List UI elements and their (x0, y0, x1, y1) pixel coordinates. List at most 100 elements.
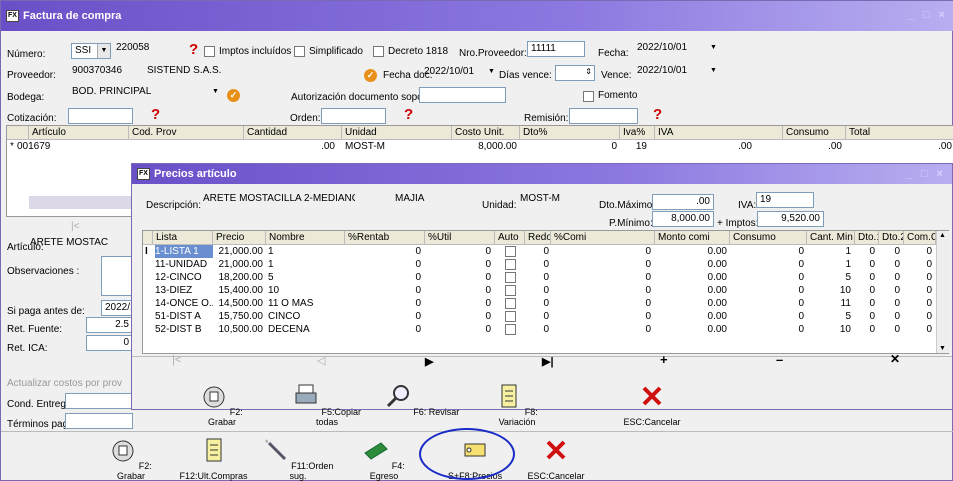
chevron-down-icon[interactable]: ▼ (212, 88, 219, 95)
variacion-button[interactable]: F8: Variación (477, 383, 557, 427)
cell-rentab[interactable]: 0 (345, 245, 421, 258)
cell-dto2[interactable]: 0 (879, 310, 900, 323)
cell-dto1[interactable]: 0 (855, 323, 875, 336)
col-costo[interactable]: Costo Unit. (452, 126, 520, 140)
cell-monto[interactable]: 0.00 (655, 245, 727, 258)
cell-precio[interactable]: 10,500.00 (213, 323, 264, 336)
cell-comi[interactable]: 0 (551, 284, 651, 297)
cell-consumo[interactable]: 0 (730, 297, 804, 310)
help-icon[interactable]: ? (404, 106, 413, 123)
proveedor-nit-field[interactable]: 900370346 (69, 64, 142, 80)
cell-lista[interactable]: 12-CINCO (155, 271, 213, 284)
cell-comi[interactable]: 0 (551, 323, 651, 336)
col-consumo[interactable]: Consumo (730, 231, 807, 245)
cell-dto2[interactable]: 0 (879, 284, 900, 297)
cell-comi[interactable]: 0 (551, 271, 651, 284)
col-dto1[interactable]: Dto.1 (855, 231, 879, 245)
chevron-down-icon[interactable]: ▼ (710, 44, 717, 51)
cell-costo[interactable]: 8,000.00 (437, 140, 517, 154)
egreso-button[interactable]: F4: Egreso (349, 437, 419, 481)
cell-rentab[interactable]: 0 (345, 323, 421, 336)
nav-prev-icon[interactable]: ◁ (317, 354, 325, 367)
col-rentab[interactable]: %Rentab (345, 231, 425, 245)
cell-com[interactable]: 0 (904, 271, 932, 284)
cell-lista[interactable]: 14-ONCE O... (155, 297, 213, 310)
cell-cant[interactable]: 1 (807, 245, 851, 258)
cell-monto[interactable]: 0.00 (655, 323, 727, 336)
cell-cant[interactable]: 10 (807, 323, 851, 336)
cell-rentab[interactable]: 0 (345, 284, 421, 297)
nav-last-icon[interactable]: ▶| (542, 355, 554, 368)
cell-rentab[interactable]: 0 (345, 310, 421, 323)
cell-nombre[interactable]: 1 (268, 258, 343, 271)
cell-lista[interactable]: 11-UNIDAD (155, 258, 213, 271)
cell-unidad[interactable]: MOST-M (345, 140, 385, 154)
col-monto[interactable]: Monto comi (655, 231, 730, 245)
cell-comi[interactable]: 0 (551, 310, 651, 323)
dialog-controls[interactable]: _ □ × (906, 168, 946, 180)
cell-cant[interactable]: 11 (807, 297, 851, 310)
cell-consumo[interactable]: .00 (807, 140, 842, 154)
cell-dto2[interactable]: 0 (879, 323, 900, 336)
cell-com[interactable]: 0 (904, 258, 932, 271)
auto-checkbox[interactable] (505, 272, 516, 283)
chevron-down-icon[interactable]: ▼ (710, 67, 717, 74)
precios-grid[interactable]: Lista Precio Nombre %Rentab %Util Auto R… (142, 230, 949, 354)
window-controls[interactable]: _ □ × (908, 9, 948, 21)
vence-field[interactable]: 2022/10/01 ▼ (634, 64, 719, 80)
numero-prefix-select[interactable]: SSI ▼ (71, 43, 111, 59)
col-util[interactable]: %Util (425, 231, 495, 245)
cell-nombre[interactable]: 10 (268, 284, 343, 297)
nro-proveedor-field[interactable]: 11111 (527, 41, 585, 57)
cell-consumo[interactable]: 0 (730, 284, 804, 297)
ret-fuente-field[interactable]: 2.5 (86, 317, 133, 333)
auto-checkbox[interactable] (505, 311, 516, 322)
dias-vence-field[interactable]: ⇕ (555, 65, 595, 81)
remove-icon[interactable]: – (776, 352, 783, 367)
col-com[interactable]: Com.C (904, 231, 936, 245)
col-total[interactable]: Total (846, 126, 953, 140)
cell-precio[interactable]: 14,500.00 (213, 297, 264, 310)
col-iva-pct[interactable]: Iva% (620, 126, 655, 140)
cell-nombre[interactable]: DECENA (268, 323, 343, 336)
nav-next-icon[interactable]: ▶ (425, 355, 433, 368)
cell-comi[interactable]: 0 (551, 297, 651, 310)
cell-rentab[interactable]: 0 (345, 271, 421, 284)
cell-redo[interactable]: 0 (525, 271, 549, 284)
cell-redo[interactable]: 0 (525, 310, 549, 323)
add-icon[interactable]: + (660, 352, 668, 367)
cell-util[interactable]: 0 (425, 271, 491, 284)
cell-nombre[interactable]: 11 O MAS (268, 297, 343, 310)
cell-nombre[interactable]: 5 (268, 271, 343, 284)
col-redo[interactable]: Redo (525, 231, 551, 245)
cell-monto[interactable]: 0.00 (655, 258, 727, 271)
auto-checkbox[interactable] (505, 285, 516, 296)
precios-cancelar-button[interactable]: ESC:Cancelar (612, 383, 692, 427)
dto-max-field[interactable]: .00 (652, 194, 714, 210)
cell-precio[interactable]: 15,750.00 (213, 310, 264, 323)
col-consumo[interactable]: Consumo (783, 126, 846, 140)
cell-monto[interactable]: 0.00 (655, 297, 727, 310)
copiar-todas-button[interactable]: F5:Copiar todas (287, 383, 367, 427)
marca-field[interactable]: MAJIA (392, 192, 472, 208)
cell-consumo[interactable]: 0 (730, 310, 804, 323)
help-icon[interactable]: ? (653, 106, 662, 123)
cell-precio[interactable]: 15,400.00 (213, 284, 264, 297)
spinner-icon[interactable]: ⇕ (585, 67, 592, 76)
cell-util[interactable]: 0 (425, 297, 491, 310)
cell-iva[interactable]: .00 (707, 140, 752, 154)
chevron-down-icon[interactable]: ▼ (488, 68, 495, 75)
autorizacion-field[interactable] (419, 87, 506, 103)
cell-com[interactable]: 0 (904, 323, 932, 336)
cell-cant[interactable]: 5 (807, 310, 851, 323)
observaciones-field[interactable] (101, 256, 133, 296)
cell-rentab[interactable]: 0 (345, 297, 421, 310)
cell-rentab[interactable]: 0 (345, 258, 421, 271)
cell-precio[interactable]: 18,200.00 (213, 271, 264, 284)
cell-monto[interactable]: 0.00 (655, 284, 727, 297)
cell-dto1[interactable]: 0 (855, 310, 875, 323)
cell-articulo[interactable]: 001679 (17, 140, 50, 154)
cell-comi[interactable]: 0 (551, 258, 651, 271)
cell-lista[interactable]: 13-DIEZ (155, 284, 213, 297)
terminos-field[interactable] (65, 413, 133, 429)
